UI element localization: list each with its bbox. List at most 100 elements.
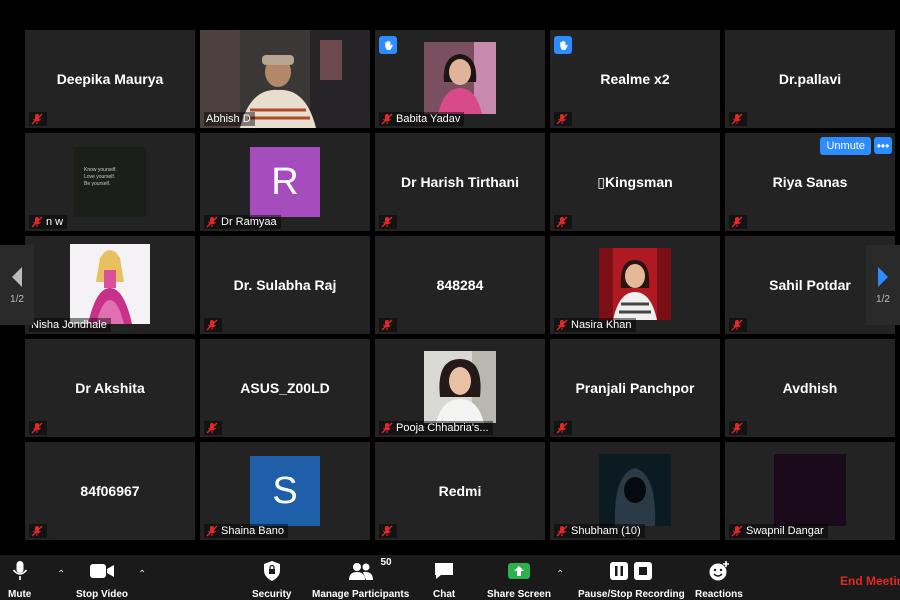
- participant-name: ▯Kingsman: [597, 173, 673, 190]
- participant-label: Shaina Bano: [204, 524, 288, 538]
- participant-tile[interactable]: S Shaina Bano: [200, 442, 370, 540]
- audio-options-caret-icon[interactable]: ⌃: [57, 569, 65, 580]
- participant-tile[interactable]: Avdhish: [725, 339, 895, 437]
- participant-tile[interactable]: ▯Kingsman: [550, 133, 720, 231]
- mic-off-icon: [206, 525, 218, 537]
- participant-tile[interactable]: Pooja Chhabria's...: [375, 339, 545, 437]
- participant-tile[interactable]: Babita Yadav: [375, 30, 545, 128]
- reactions-button[interactable]: Reactions: [695, 559, 743, 600]
- share-screen-button[interactable]: Share Screen: [487, 559, 551, 600]
- participant-tile[interactable]: Dr. Sulabha Raj: [200, 236, 370, 334]
- participant-name: Avdhish: [782, 380, 838, 396]
- mute-button[interactable]: Mute: [8, 559, 31, 600]
- quote-line: Love yourself.: [84, 174, 116, 180]
- mic-off-icon: [31, 525, 43, 537]
- participant-tile[interactable]: Dr.pallavi: [725, 30, 895, 128]
- mic-off-icon: [556, 113, 568, 125]
- participant-tile[interactable]: Redmi: [375, 442, 545, 540]
- participant-label: [554, 421, 572, 435]
- participant-label: [379, 524, 397, 538]
- participant-tile[interactable]: 84f06967: [25, 442, 195, 540]
- participant-tile[interactable]: Unmute ••• Riya Sanas: [725, 133, 895, 231]
- mic-off-icon: [731, 113, 743, 125]
- participant-name: 84f06967: [80, 483, 140, 499]
- stop-icon: [634, 562, 653, 580]
- raised-hand-icon: [382, 39, 395, 52]
- participant-name: Redmi: [438, 483, 482, 499]
- participant-name: Dr.pallavi: [778, 71, 842, 87]
- share-options-caret-icon[interactable]: ⌃: [556, 569, 564, 580]
- participant-label: Dr Ramyaa: [204, 215, 281, 229]
- participants-count: 50: [380, 557, 392, 568]
- previous-page-button[interactable]: 1/2: [0, 245, 34, 325]
- manage-participants-button[interactable]: 50 Manage Participants: [312, 557, 409, 600]
- mic-off-icon: [206, 216, 218, 228]
- quote-line: Know yourself.: [84, 167, 117, 173]
- security-label: Security: [252, 589, 292, 600]
- stop-video-button[interactable]: Stop Video: [76, 559, 128, 600]
- mic-off-icon: [731, 525, 743, 537]
- participant-label: [204, 318, 222, 332]
- mic-off-icon: [381, 216, 393, 228]
- mic-off-icon: [731, 216, 743, 228]
- participant-label: [379, 215, 397, 229]
- participant-tile[interactable]: Swapnil Dangar: [725, 442, 895, 540]
- participant-tile[interactable]: Nisha Jondhale: [25, 236, 195, 334]
- participant-name: Riya Sanas: [772, 174, 848, 190]
- participant-photo: [599, 248, 671, 320]
- participant-name: Deepika Maurya: [56, 71, 164, 87]
- raised-hand-badge: [379, 36, 397, 54]
- share-screen-icon: [507, 563, 530, 579]
- participant-name: n w: [46, 216, 64, 228]
- mic-off-icon: [31, 422, 43, 434]
- participant-tile[interactable]: Deepika Maurya: [25, 30, 195, 128]
- participant-label: Babita Yadav: [379, 112, 465, 126]
- mic-off-icon: [381, 422, 393, 434]
- participant-label: Nisha Jondhale: [29, 318, 111, 332]
- mic-off-icon: [381, 319, 393, 331]
- participant-photo: [774, 454, 846, 526]
- mute-label: Mute: [8, 589, 32, 600]
- participant-name: Realme x2: [600, 71, 670, 87]
- participant-label: Abhish D: [204, 112, 255, 126]
- participant-tile[interactable]: Know yourself. Love yourself. Be yoursel…: [25, 133, 195, 231]
- participant-label: Pooja Chhabria's...: [379, 421, 493, 435]
- end-meeting-button[interactable]: End Meeting: [840, 574, 900, 588]
- participant-tile[interactable]: Realme x2: [550, 30, 720, 128]
- participant-label: [729, 215, 747, 229]
- mic-off-icon: [381, 113, 393, 125]
- mic-off-icon: [556, 216, 568, 228]
- mic-off-icon: [381, 525, 393, 537]
- participant-tile[interactable]: Nasira Khan: [550, 236, 720, 334]
- participant-tile[interactable]: 848284: [375, 236, 545, 334]
- participant-label: [29, 112, 47, 126]
- participant-tile[interactable]: Dr Akshita: [25, 339, 195, 437]
- chevron-left-icon: [12, 266, 22, 287]
- participant-label: Nasira Khan: [554, 318, 636, 332]
- participant-tile[interactable]: Shubham (10): [550, 442, 720, 540]
- participant-tile[interactable]: Pranjali Panchpor: [550, 339, 720, 437]
- chat-button[interactable]: Chat: [433, 559, 455, 600]
- avatar: R: [250, 147, 320, 217]
- avatar: S: [250, 456, 320, 526]
- chevron-right-icon: [878, 266, 888, 287]
- participant-tile-active-speaker[interactable]: Abhish D: [200, 30, 370, 128]
- participant-tile[interactable]: R Dr Ramyaa: [200, 133, 370, 231]
- participant-label: [379, 318, 397, 332]
- stop-video-label: Stop Video: [76, 589, 129, 600]
- participant-tile[interactable]: Dr Harish Tirthani: [375, 133, 545, 231]
- next-page-button[interactable]: 1/2: [866, 245, 900, 325]
- participant-label: Shubham (10): [554, 524, 645, 538]
- mic-off-icon: [206, 422, 218, 434]
- participant-name: ASUS_Z00LD: [240, 380, 330, 396]
- shield-icon: [263, 561, 280, 581]
- chat-icon: [435, 563, 454, 579]
- video-options-caret-icon[interactable]: ⌃: [138, 569, 146, 580]
- video-camera-icon: [90, 564, 115, 578]
- pause-icon: [610, 562, 629, 580]
- participant-tile[interactable]: ASUS_Z00LD: [200, 339, 370, 437]
- page-indicator: 1/2: [876, 293, 890, 305]
- pause-stop-recording-button[interactable]: Pause/Stop Recording: [578, 559, 685, 600]
- security-button[interactable]: Security: [252, 559, 291, 600]
- participant-name: Dr. Sulabha Raj: [233, 277, 337, 293]
